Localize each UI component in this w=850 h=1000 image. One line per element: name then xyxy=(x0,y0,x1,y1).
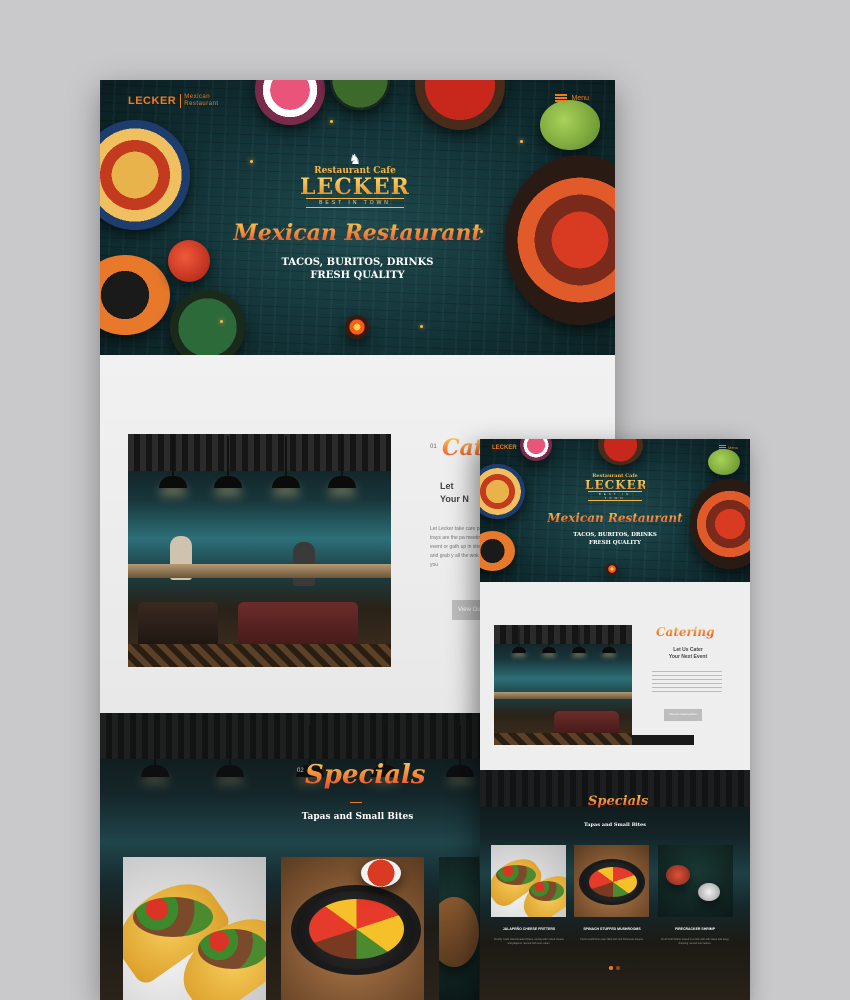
hamburger-icon xyxy=(718,445,726,450)
hero-section-small: LECKER Menu Restaurant Cafe LECKER BEST … xyxy=(480,439,750,582)
specials-subtitle-small: Tapas and Small Bites xyxy=(584,822,646,828)
special-card-image-small-1[interactable] xyxy=(491,845,566,917)
center-logo-small: Restaurant Cafe LECKER BEST IN TOWN xyxy=(585,473,648,501)
hero-subtitle-small: TACOS, BURITOS, DRINKS FRESH QUALITY xyxy=(573,532,657,546)
guacamole-bowl-image xyxy=(330,80,390,110)
restaurant-interior-image-small xyxy=(494,625,632,745)
restaurant-interior-image xyxy=(128,434,391,667)
lime-image xyxy=(540,100,600,150)
special-card-image-2[interactable] xyxy=(281,857,424,1000)
catering-shadow-block xyxy=(632,735,694,745)
specials-title: Specials xyxy=(305,760,426,790)
special-card-image-small-2[interactable] xyxy=(574,845,649,917)
special-card-image-1[interactable] xyxy=(123,857,266,1000)
brand-name: LECKER xyxy=(128,94,177,107)
food-bowl-image xyxy=(100,120,190,230)
specials-title-small: Specials xyxy=(588,794,649,809)
logo-best: BEST IN TOWN xyxy=(306,198,404,208)
carousel-dots[interactable] xyxy=(609,966,620,970)
hero-subtitle: TACOS, BURITOS, DRINKS FRESH QUALITY xyxy=(281,257,434,281)
hero-title: Mexican Restaurant xyxy=(100,220,615,246)
catering-subtitle: Let Your N xyxy=(440,481,469,504)
hero-title-small: Mexican Restaurant xyxy=(480,511,750,525)
menu-button[interactable]: Menu xyxy=(555,94,589,102)
brand-logo[interactable]: LECKER Mexican Restaurant xyxy=(128,94,219,108)
menu-button-small[interactable]: Menu xyxy=(718,445,738,450)
brand-logo-small[interactable]: LECKER xyxy=(492,445,517,451)
menu-label: Menu xyxy=(571,94,589,102)
special-desc-2: Fresh mushrooms caps filled with rich Pa… xyxy=(580,938,644,941)
catering-subtitle-small: Let Us Cater Your Next Event xyxy=(668,647,708,660)
special-card-image-3[interactable] xyxy=(439,857,479,1000)
divider xyxy=(350,802,362,803)
catering-title-small: Catering xyxy=(656,625,715,639)
hero-section: LECKER Mexican Restaurant Menu ♞ Restauran… xyxy=(100,80,615,355)
rooster-icon: ♞ xyxy=(348,151,362,167)
special-name-3: FIRECRACKER SHRIMP xyxy=(674,927,716,931)
special-name-2: SPINACH STUFFED MUSHROOMS xyxy=(583,927,641,931)
special-card-image-small-3[interactable] xyxy=(658,845,733,917)
catering-number: 01 xyxy=(430,444,437,450)
special-name-1: JALAPEÑO CHEESE FRITTERS xyxy=(502,927,556,931)
tomato-bowl-image xyxy=(415,80,505,130)
tablet-screenshot: LECKER Menu Restaurant Cafe LECKER BEST … xyxy=(480,439,750,1000)
hamburger-icon xyxy=(555,94,568,102)
center-logo: ♞ Restaurant Cafe LECKER BEST IN TOWN xyxy=(300,152,410,208)
specials-number: 02 xyxy=(297,768,304,774)
logo-name: LECKER xyxy=(300,174,410,200)
candle-image xyxy=(345,315,369,339)
special-desc-3: Fresh Gulf shrimp tossed in a chile aiol… xyxy=(661,938,729,945)
herb-bowl-image xyxy=(170,290,245,355)
brand-tagline: Mexican Restaurant xyxy=(180,94,218,108)
salsa-bowl-image xyxy=(255,80,325,125)
catering-body-small xyxy=(652,671,722,693)
special-desc-1: Freshly made hand breaded fritters, oozi… xyxy=(494,938,564,945)
catering-menu-button-small[interactable]: View Our Catering Menu xyxy=(664,709,702,721)
